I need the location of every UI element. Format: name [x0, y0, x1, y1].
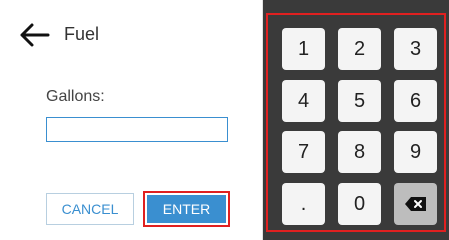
- key-9[interactable]: 9: [394, 131, 437, 173]
- key-2[interactable]: 2: [338, 28, 381, 70]
- key-7[interactable]: 7: [282, 131, 325, 173]
- key-3[interactable]: 3: [394, 28, 437, 70]
- key-1[interactable]: 1: [282, 28, 325, 70]
- backspace-key[interactable]: [394, 183, 437, 225]
- key-4[interactable]: 4: [282, 80, 325, 122]
- gallons-label: Gallons:: [46, 88, 105, 105]
- enter-button[interactable]: ENTER: [147, 195, 226, 223]
- key-8[interactable]: 8: [338, 131, 381, 173]
- cancel-button[interactable]: CANCEL: [46, 193, 134, 225]
- backspace-icon: [404, 197, 426, 211]
- arrow-left-icon: [20, 23, 50, 47]
- back-button[interactable]: [18, 22, 50, 48]
- page-title: Fuel: [64, 24, 100, 44]
- key-0[interactable]: 0: [338, 183, 381, 225]
- enter-button-highlight: ENTER: [143, 191, 230, 227]
- key-decimal[interactable]: .: [282, 183, 325, 225]
- key-5[interactable]: 5: [338, 80, 381, 122]
- gallons-input[interactable]: [46, 117, 228, 142]
- key-6[interactable]: 6: [394, 80, 437, 122]
- fuel-form-panel: Fuel Gallons: CANCEL ENTER: [0, 0, 263, 240]
